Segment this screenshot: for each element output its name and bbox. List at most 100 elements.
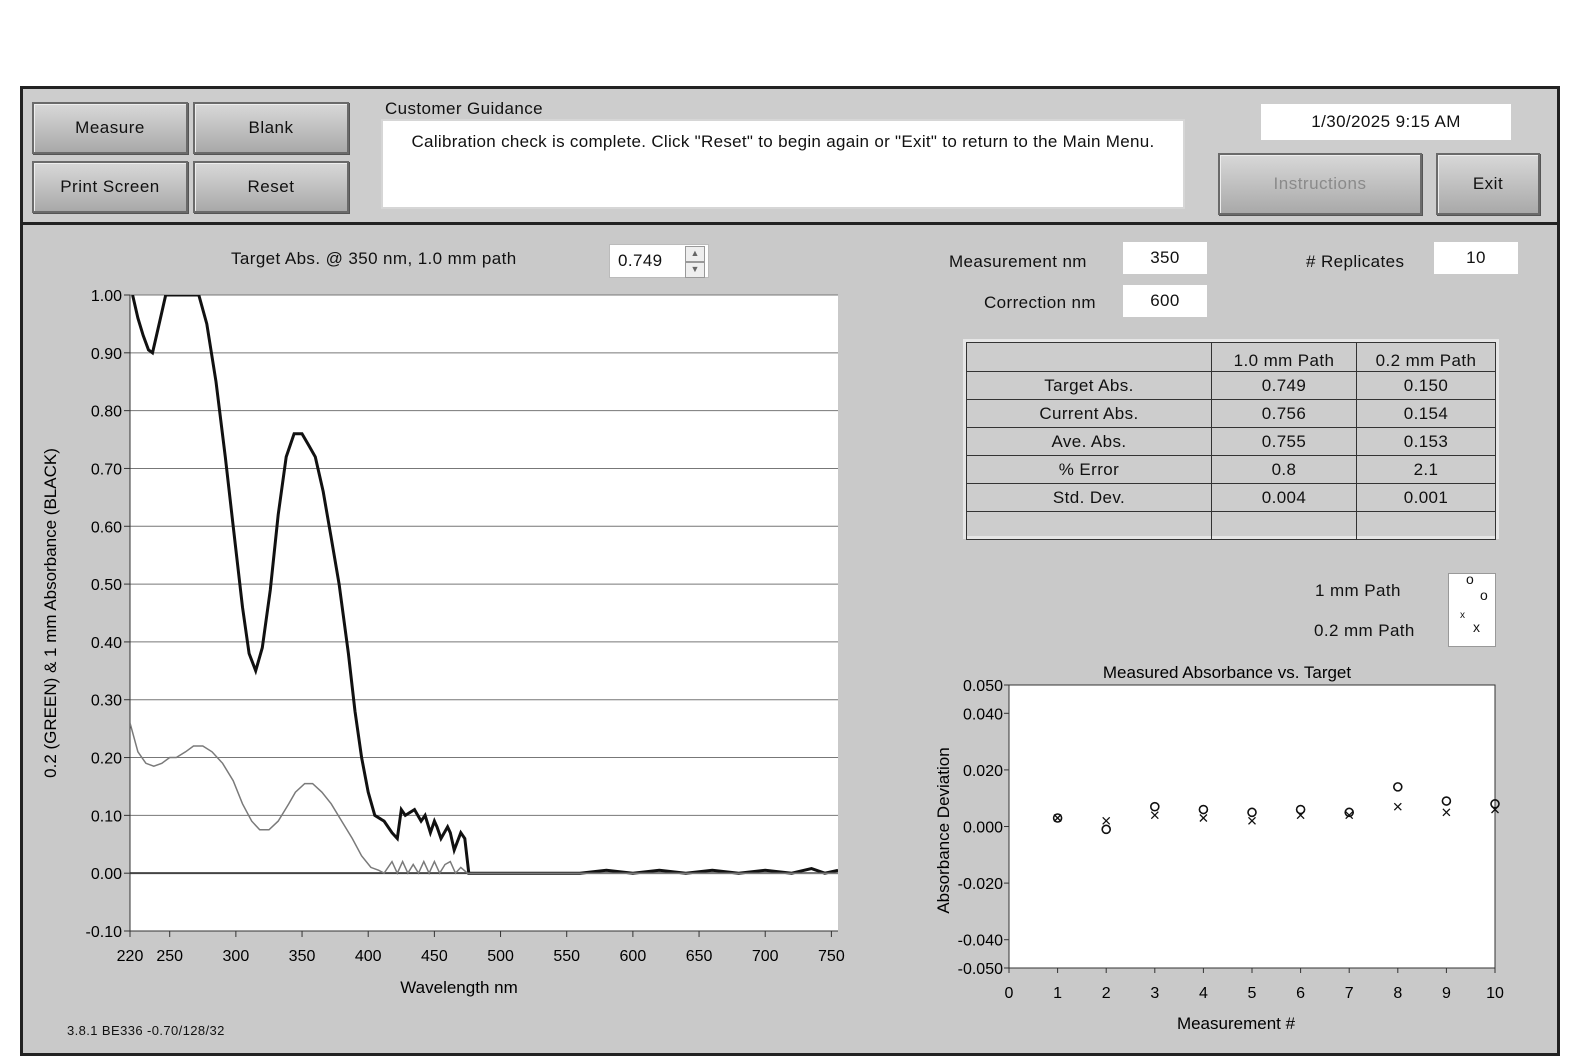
legend-cross-marker: x	[1473, 619, 1480, 635]
y-tick-label: 0.040	[963, 706, 1003, 723]
plot-area	[1008, 684, 1496, 969]
table-cell: 0.153	[1356, 427, 1496, 456]
x-tick-label: 300	[223, 948, 250, 965]
table-cell: 0.154	[1356, 399, 1496, 428]
table-row: Std. Dev. 0.004 0.001	[966, 483, 1496, 512]
x-tick-label: 2	[1102, 985, 1111, 1002]
table-row: Target Abs. 0.749 0.150	[966, 371, 1496, 400]
y-tick-label: 0.80	[91, 404, 122, 421]
table-header-cell	[966, 342, 1212, 372]
table-cell: 0.8	[1211, 455, 1357, 484]
y-tick-label: 0.40	[91, 635, 122, 652]
x-tick-label: 10	[1486, 985, 1504, 1002]
exit-button[interactable]: Exit	[1436, 153, 1540, 215]
y-tick-label: 0.30	[91, 693, 122, 710]
y-tick-label: 1.00	[91, 288, 122, 305]
table-cell: 0.004	[1211, 483, 1357, 512]
y-tick-label: 0.10	[91, 808, 122, 825]
table-row	[966, 511, 1496, 540]
table-row: % Error 0.8 2.1	[966, 455, 1496, 484]
x-tick-label: 700	[752, 948, 779, 965]
table-row: Ave. Abs. 0.755 0.153	[966, 427, 1496, 456]
results-table: 1.0 mm Path 0.2 mm Path Target Abs. 0.74…	[963, 339, 1499, 540]
y-tick-label: -0.020	[958, 876, 1003, 893]
table-cell: 0.756	[1211, 399, 1357, 428]
plot-area	[130, 295, 838, 931]
table-cell: 2.1	[1356, 455, 1496, 484]
table-cell	[1356, 511, 1496, 540]
x-tick-label: 3	[1150, 985, 1159, 1002]
x-tick-label: 1	[1053, 985, 1062, 1002]
x-tick-label: 750	[818, 948, 845, 965]
x-tick-label: 0	[1005, 985, 1014, 1002]
x-tick-label: 4	[1199, 985, 1208, 1002]
y-tick-label: 0.00	[91, 866, 122, 883]
blank-button[interactable]: Blank	[193, 102, 349, 154]
replicates-field[interactable]: 10	[1434, 242, 1518, 274]
y-tick-label: -0.050	[958, 961, 1003, 978]
x-axis-title: Measurement #	[1177, 1014, 1296, 1033]
y-axis-title: 0.2 (GREEN) & 1 mm Absorbance (BLACK)	[41, 448, 60, 778]
calibration-window: Measure Blank Print Screen Reset Custome…	[20, 86, 1560, 1056]
x-tick-label: 600	[620, 948, 647, 965]
x-tick-label: 8	[1393, 985, 1402, 1002]
legend-02mm-label: 0.2 mm Path	[1314, 621, 1415, 640]
y-tick-label: 0.020	[963, 763, 1003, 780]
x-tick-label: 550	[553, 948, 580, 965]
correction-nm-label: Correction nm	[984, 293, 1096, 312]
replicates-label: # Replicates	[1306, 252, 1405, 271]
version-label: 3.8.1 BE336 -0.70/128/32	[67, 1023, 225, 1038]
table-header-cell: 1.0 mm Path	[1211, 342, 1357, 372]
y-tick-label: 0.20	[91, 751, 122, 768]
x-tick-label: 5	[1248, 985, 1257, 1002]
x-tick-label: 6	[1296, 985, 1305, 1002]
table-cell: 0.749	[1211, 371, 1357, 400]
table-header-cell: 0.2 mm Path	[1356, 342, 1496, 372]
table-cell: 0.001	[1356, 483, 1496, 512]
guidance-message: Calibration check is complete. Click "Re…	[381, 119, 1185, 209]
chart-title: Measured Absorbance vs. Target	[1103, 663, 1351, 682]
table-row-label: Ave. Abs.	[966, 427, 1212, 456]
table-cell: 0.150	[1356, 371, 1496, 400]
y-tick-label: -0.10	[86, 924, 123, 941]
measure-button[interactable]: Measure	[32, 102, 188, 154]
print-screen-button[interactable]: Print Screen	[32, 161, 188, 213]
y-tick-label: 0.70	[91, 461, 122, 478]
table-row: Current Abs. 0.756 0.154	[966, 399, 1496, 428]
legend-circle-marker: o	[1466, 573, 1474, 587]
measurement-nm-field[interactable]: 350	[1123, 242, 1207, 274]
x-tick-label: 250	[156, 948, 183, 965]
table-cell: 0.755	[1211, 427, 1357, 456]
y-axis-title: Absorbance Deviation	[934, 747, 953, 913]
spectrum-chart: 1.00 0.90 0.80 0.70 0.60 0.50 0.40 0.30 0.20 0.10…	[41, 288, 845, 997]
table-header-row: 1.0 mm Path 0.2 mm Path	[966, 342, 1496, 372]
y-tick-label: 0.60	[91, 519, 122, 536]
table-row-label: Std. Dev.	[966, 483, 1212, 512]
measurement-nm-label: Measurement nm	[949, 252, 1087, 271]
x-tick-label: 9	[1442, 985, 1451, 1002]
legend-cross-marker: x	[1460, 610, 1465, 621]
legend-1mm-label: 1 mm Path	[1315, 581, 1401, 600]
legend-circle-marker: o	[1480, 587, 1488, 603]
table-row-label: Current Abs.	[966, 399, 1212, 428]
x-tick-label: 7	[1345, 985, 1354, 1002]
x-tick-label: 450	[421, 948, 448, 965]
table-cell	[1211, 511, 1357, 540]
x-tick-label: 650	[686, 948, 713, 965]
correction-nm-field[interactable]: 600	[1123, 285, 1207, 317]
guidance-title: Customer Guidance	[385, 99, 543, 118]
top-toolbar-panel: Measure Blank Print Screen Reset Custome…	[23, 89, 1557, 225]
legend-swatch: o o x x	[1448, 573, 1496, 647]
datetime-display: 1/30/2025 9:15 AM	[1261, 104, 1511, 140]
y-tick-label: 0.50	[91, 577, 122, 594]
x-tick-label: 500	[487, 948, 514, 965]
reset-button[interactable]: Reset	[193, 161, 349, 213]
x-tick-label: 350	[289, 948, 316, 965]
y-tick-label: 0.050	[963, 678, 1003, 695]
x-axis-title: Wavelength nm	[400, 978, 517, 997]
x-tick-label: 220	[117, 948, 144, 965]
table-row-label: Target Abs.	[966, 371, 1212, 400]
instructions-button[interactable]: Instructions	[1218, 153, 1422, 215]
x-tick-label: 400	[355, 948, 382, 965]
table-row-label: % Error	[966, 455, 1212, 484]
